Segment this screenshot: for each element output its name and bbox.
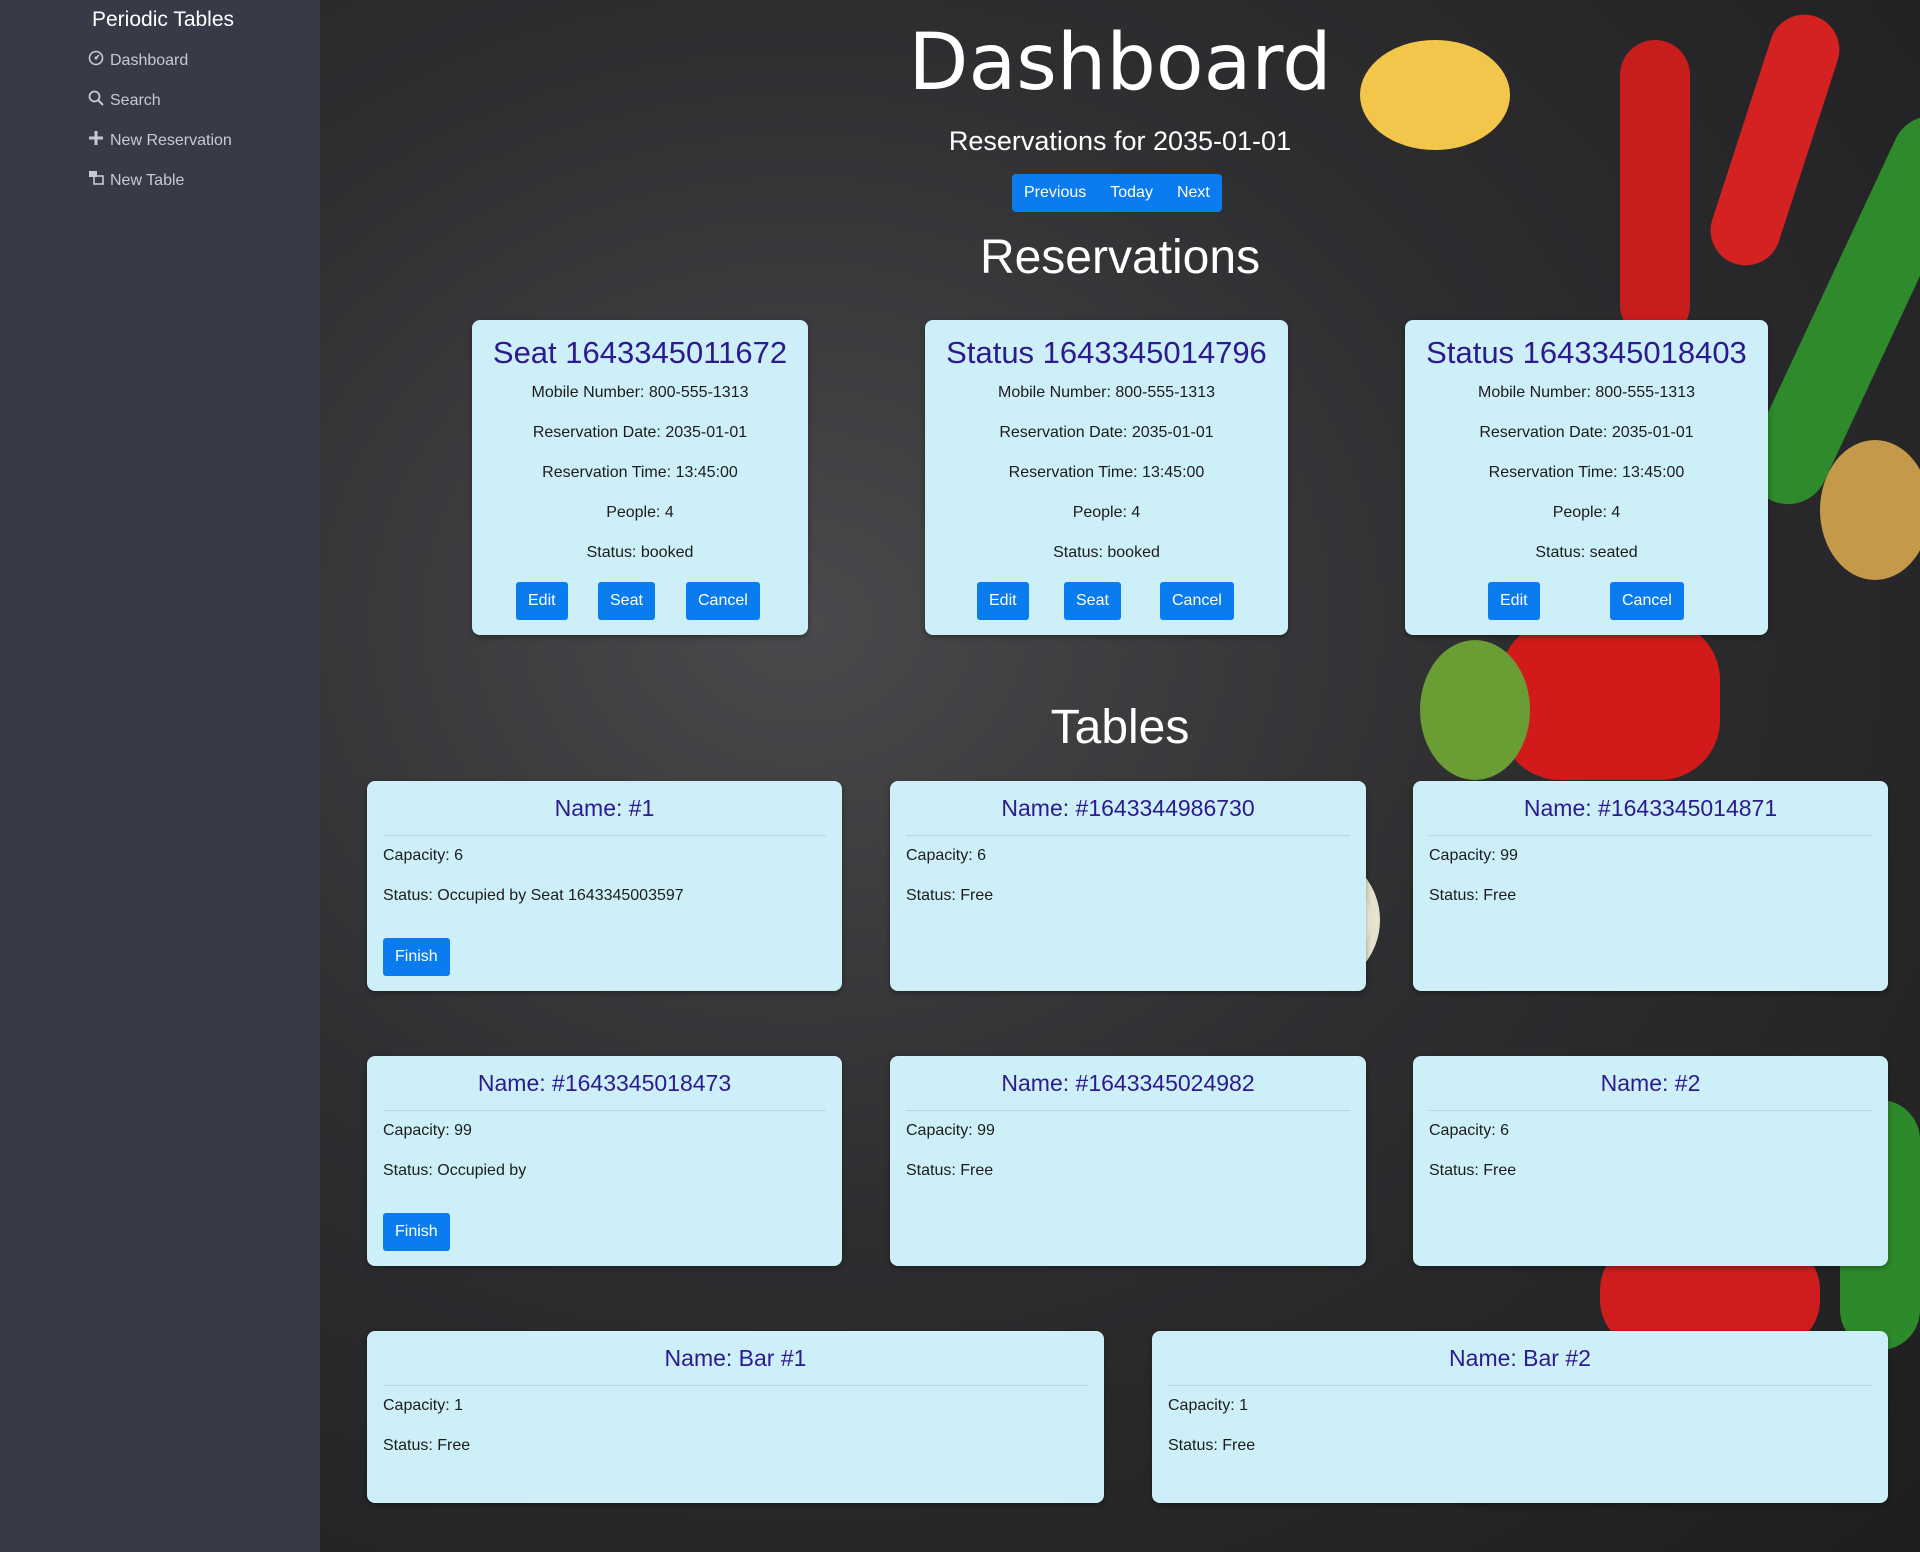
table-capacity: Capacity: 99 — [906, 1122, 995, 1139]
sidebar-item-new-table[interactable]: New Table — [88, 170, 184, 191]
table-name: Name: #1643345014871 — [1523, 795, 1778, 821]
reservations-heading: Reservations — [979, 231, 1261, 284]
table-card: Name: Bar #2 Capacity: 1 Status: Free — [1152, 1331, 1888, 1503]
table-status: Status: Occupied by — [383, 1162, 527, 1179]
search-icon — [88, 90, 104, 111]
previous-button[interactable]: Previous — [1012, 174, 1099, 212]
sidebar-item-label: Dashboard — [110, 51, 189, 69]
cancel-button[interactable]: Cancel — [686, 582, 760, 620]
cancel-button[interactable]: Cancel — [1160, 582, 1234, 620]
reservation-date: Reservation Date: 2035-01-01 — [1479, 424, 1694, 441]
edit-button[interactable]: Edit — [1488, 582, 1540, 620]
people-count: People: 4 — [606, 504, 674, 521]
reservation-date: Reservation Date: 2035-01-01 — [999, 424, 1214, 441]
reservation-card: Status 1643345014796 Mobile Number: 800-… — [925, 320, 1288, 635]
reservation-title: Seat 1643345011672 — [492, 335, 788, 370]
mobile-number: Mobile Number: 800-555-1313 — [1477, 384, 1695, 401]
page-title: Dashboard — [908, 18, 1332, 108]
sidebar-item-label: New Table — [110, 171, 185, 189]
table-card: Name: #1643345018473 Capacity: 99 Status… — [367, 1056, 842, 1266]
finish-button[interactable]: Finish — [383, 1213, 450, 1251]
table-name: Name: #1643345018473 — [477, 1070, 732, 1096]
reservation-status: Status: seated — [1535, 544, 1638, 561]
table-card: Name: Bar #1 Capacity: 1 Status: Free — [367, 1331, 1104, 1503]
reservation-time: Reservation Time: 13:45:00 — [1488, 464, 1685, 481]
table-capacity: Capacity: 6 — [383, 847, 464, 864]
table-status: Status: Free — [1429, 1162, 1517, 1179]
finish-button[interactable]: Finish — [383, 938, 450, 976]
reservations-date-subtitle: Reservations for 2035-01-01 — [948, 126, 1292, 156]
table-capacity: Capacity: 6 — [906, 847, 987, 864]
people-count: People: 4 — [1072, 504, 1141, 521]
table-card: Name: #1 Capacity: 6 Status: Occupied by… — [367, 781, 842, 991]
edit-button[interactable]: Edit — [516, 582, 568, 620]
plus-icon — [88, 130, 104, 151]
table-name: Name: #1643345024982 — [1001, 1070, 1255, 1096]
table-status: Status: Free — [383, 1437, 471, 1454]
table-status: Status: Occupied by Seat 1643345003597 — [383, 887, 684, 904]
table-card: Name: #2 Capacity: 6 Status: Free — [1413, 1056, 1888, 1266]
table-name: Name: Bar #2 — [1449, 1345, 1591, 1371]
reservation-date: Reservation Date: 2035-01-01 — [532, 424, 748, 441]
dashboard-icon — [88, 50, 104, 71]
table-status: Status: Free — [906, 887, 994, 904]
table-capacity: Capacity: 1 — [383, 1397, 464, 1414]
table-capacity: Capacity: 6 — [1429, 1122, 1510, 1139]
table-name: Name: #1643344986730 — [1001, 795, 1255, 821]
reservation-time: Reservation Time: 13:45:00 — [542, 464, 738, 481]
sidebar-item-dashboard[interactable]: Dashboard — [88, 50, 188, 71]
reservation-title: Status 1643345014796 — [946, 335, 1267, 370]
table-card: Name: #1643344986730 Capacity: 6 Status:… — [890, 781, 1366, 991]
app-brand[interactable]: Periodic Tables — [92, 8, 234, 32]
sidebar-item-label: New Reservation — [110, 131, 232, 149]
table-name: Name: #1 — [554, 795, 655, 821]
cancel-button[interactable]: Cancel — [1610, 582, 1684, 620]
reservation-title: Status 1643345018403 — [1426, 335, 1747, 370]
table-capacity: Capacity: 99 — [383, 1122, 472, 1139]
reservation-card: Seat 1643345011672 Mobile Number: 800-55… — [472, 320, 808, 635]
sidebar-item-new-reservation[interactable]: New Reservation — [88, 130, 232, 151]
table-name: Name: #2 — [1600, 1070, 1701, 1096]
potato-decoration — [1820, 440, 1920, 580]
seat-button[interactable]: Seat — [598, 582, 655, 620]
reservation-card: Status 1643345018403 Mobile Number: 800-… — [1405, 320, 1768, 635]
table-icon — [88, 170, 104, 191]
sidebar-item-label: Search — [110, 91, 161, 109]
table-status: Status: Free — [1429, 887, 1517, 904]
today-button[interactable]: Today — [1098, 174, 1165, 212]
main-content: Dashboard Reservations for 2035-01-01 Pr… — [320, 0, 1920, 1552]
table-capacity: Capacity: 99 — [1429, 847, 1518, 864]
sidebar: Periodic Tables Dashboard Search New Res… — [0, 0, 320, 1552]
seat-button[interactable]: Seat — [1064, 582, 1121, 620]
table-status: Status: Free — [1168, 1437, 1256, 1454]
sidebar-item-search[interactable]: Search — [88, 90, 161, 111]
people-count: People: 4 — [1552, 504, 1621, 521]
table-card: Name: #1643345024982 Capacity: 99 Status… — [890, 1056, 1366, 1266]
table-name: Name: Bar #1 — [664, 1345, 807, 1371]
edit-button[interactable]: Edit — [977, 582, 1029, 620]
mobile-number: Mobile Number: 800-555-1313 — [531, 384, 749, 401]
reservation-time: Reservation Time: 13:45:00 — [1008, 464, 1205, 481]
table-capacity: Capacity: 1 — [1168, 1397, 1249, 1414]
table-card: Name: #1643345014871 Capacity: 99 Status… — [1413, 781, 1888, 991]
mobile-number: Mobile Number: 800-555-1313 — [997, 384, 1215, 401]
tables-heading: Tables — [1050, 701, 1190, 754]
next-button[interactable]: Next — [1164, 174, 1222, 212]
date-navigation: Previous Today Next — [1012, 174, 1222, 212]
table-status: Status: Free — [906, 1162, 994, 1179]
reservation-status: Status: booked — [586, 544, 694, 561]
reservation-status: Status: booked — [1053, 544, 1160, 561]
